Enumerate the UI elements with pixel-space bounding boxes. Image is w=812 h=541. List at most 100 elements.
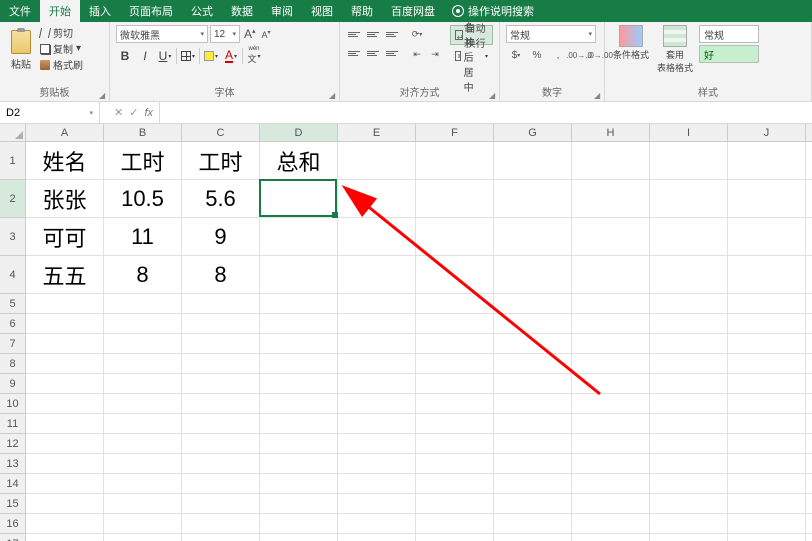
cell-H1[interactable] [572,142,650,180]
cancel-formula-button[interactable]: ✕ [114,106,123,119]
cell-G15[interactable] [494,494,572,514]
decrease-decimal-button[interactable]: .0→.00 [590,46,610,64]
cell-A7[interactable] [26,334,104,354]
cell-F5[interactable] [416,294,494,314]
cell-F8[interactable] [416,354,494,374]
cell-B1[interactable]: 工时 [104,142,182,180]
bold-button[interactable]: B [116,47,134,65]
cell-K11[interactable] [806,414,812,434]
tab-view[interactable]: 视图 [302,0,342,22]
align-right-button[interactable] [384,44,402,62]
cell-A10[interactable] [26,394,104,414]
cell-H5[interactable] [572,294,650,314]
cell-E12[interactable] [338,434,416,454]
cell-A8[interactable] [26,354,104,374]
cell-H10[interactable] [572,394,650,414]
row-header-2[interactable]: 2 [0,180,26,218]
cell-I15[interactable] [650,494,728,514]
conditional-format-button[interactable]: 条件格式 [611,25,651,61]
cell-J5[interactable] [728,294,806,314]
row-header-12[interactable]: 12 [0,434,26,454]
cell-E8[interactable] [338,354,416,374]
row-header-17[interactable]: 17 [0,534,26,541]
cell-A11[interactable] [26,414,104,434]
cell-F1[interactable] [416,142,494,180]
format-as-table-button[interactable]: 套用 表格格式 [655,25,695,74]
cell-D17[interactable] [260,534,338,541]
paste-button[interactable]: 粘贴 [6,25,36,75]
cell-C13[interactable] [182,454,260,474]
cell-A17[interactable] [26,534,104,541]
align-left-button[interactable] [346,44,364,62]
cell-D16[interactable] [260,514,338,534]
cell-J4[interactable] [728,256,806,294]
font-color-button[interactable]: A▾ [222,47,240,65]
row-header-10[interactable]: 10 [0,394,26,414]
cell-B4[interactable]: 8 [104,256,182,294]
cell-J14[interactable] [728,474,806,494]
cell-D11[interactable] [260,414,338,434]
row-header-7[interactable]: 7 [0,334,26,354]
cell-D7[interactable] [260,334,338,354]
tell-me-search[interactable]: 操作说明搜索 [444,0,542,22]
cell-K1[interactable] [806,142,812,180]
cell-D3[interactable] [260,218,338,256]
cell-D9[interactable] [260,374,338,394]
italic-button[interactable]: I [136,47,154,65]
cell-I13[interactable] [650,454,728,474]
tab-baidu[interactable]: 百度网盘 [382,0,444,22]
cell-A2[interactable]: 张张 [26,180,104,218]
percent-format-button[interactable]: % [527,46,547,64]
align-bottom-button[interactable] [384,25,402,43]
tab-data[interactable]: 数据 [222,0,262,22]
merge-center-button[interactable]: 合并后居中▾ [450,46,493,66]
cell-C6[interactable] [182,314,260,334]
cell-D8[interactable] [260,354,338,374]
cell-I14[interactable] [650,474,728,494]
phonetic-button[interactable]: wén文▾ [245,47,263,65]
cell-H11[interactable] [572,414,650,434]
cell-E2[interactable] [338,180,416,218]
cell-E15[interactable] [338,494,416,514]
cell-D1[interactable]: 总和 [260,142,338,180]
cell-F12[interactable] [416,434,494,454]
cell-C15[interactable] [182,494,260,514]
cell-I5[interactable] [650,294,728,314]
cell-F11[interactable] [416,414,494,434]
cell-F6[interactable] [416,314,494,334]
col-header-E[interactable]: E [338,124,416,142]
cell-H12[interactable] [572,434,650,454]
cell-J9[interactable] [728,374,806,394]
tab-page-layout[interactable]: 页面布局 [120,0,182,22]
cell-K10[interactable] [806,394,812,414]
cell-A16[interactable] [26,514,104,534]
col-header-I[interactable]: I [650,124,728,142]
cell-C16[interactable] [182,514,260,534]
font-size-select[interactable]: 12▾ [210,25,240,43]
cell-G3[interactable] [494,218,572,256]
cell-C2[interactable]: 5.6 [182,180,260,218]
cell-H7[interactable] [572,334,650,354]
format-painter-button[interactable]: 格式刷 [40,57,83,72]
comma-format-button[interactable]: , [548,46,568,64]
cell-A9[interactable] [26,374,104,394]
cell-E13[interactable] [338,454,416,474]
cell-C17[interactable] [182,534,260,541]
increase-indent-button[interactable]: ⇥ [426,45,444,63]
cell-A3[interactable]: 可可 [26,218,104,256]
cell-D5[interactable] [260,294,338,314]
cell-C1[interactable]: 工时 [182,142,260,180]
cell-H3[interactable] [572,218,650,256]
select-all-button[interactable] [0,124,26,142]
cell-A4[interactable]: 五五 [26,256,104,294]
cell-G13[interactable] [494,454,572,474]
align-top-button[interactable] [346,25,364,43]
cell-F15[interactable] [416,494,494,514]
cell-F16[interactable] [416,514,494,534]
col-header-G[interactable]: G [494,124,572,142]
col-header-F[interactable]: F [416,124,494,142]
cell-E10[interactable] [338,394,416,414]
cell-B8[interactable] [104,354,182,374]
cell-E1[interactable] [338,142,416,180]
font-name-select[interactable]: 微软雅黑▾ [116,25,208,43]
